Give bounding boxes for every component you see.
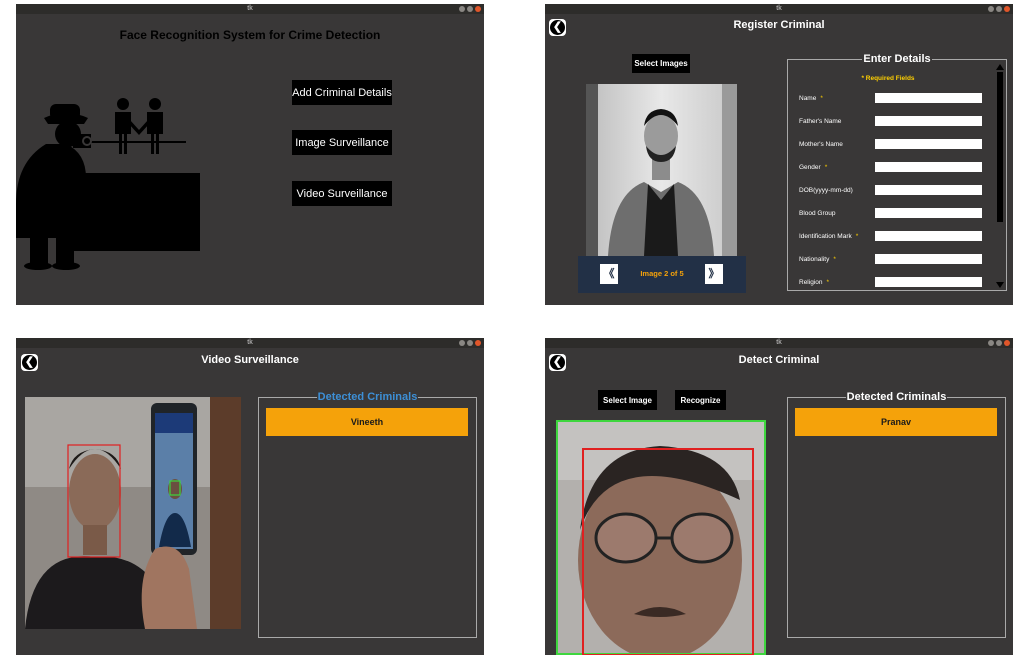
field-label-text: Father's Name (799, 118, 842, 125)
detected-criminals-panel: Detected Criminals Pranav (787, 391, 1006, 638)
field-label-text: DOB(yyyy-mm-dd) (799, 187, 853, 194)
chevrons-right-icon: 》 (708, 268, 720, 280)
detect-window: tk ❮ Detect Criminal Select Image Recogn… (545, 338, 1013, 655)
field-label: Mother's Name (799, 141, 847, 148)
chevrons-left-icon: 《 (603, 268, 615, 280)
image-nav-bar: 《 Image 2 of 5 》 (578, 256, 746, 293)
field-label: DOB(yyyy-mm-dd) (799, 187, 857, 194)
close-icon[interactable] (475, 6, 481, 12)
window-controls (459, 6, 481, 12)
window-title: tk (247, 339, 253, 346)
window-title: tk (247, 5, 253, 12)
window-titlebar: tk (545, 4, 1013, 14)
window-titlebar: tk (16, 338, 484, 348)
text-field[interactable] (875, 208, 982, 218)
maximize-icon[interactable] (467, 6, 473, 12)
required-marker: * (833, 256, 836, 263)
text-field[interactable] (875, 116, 982, 126)
panel-legend: Detected Criminals (316, 391, 419, 403)
window-controls (988, 6, 1010, 12)
criminal-photo (586, 84, 737, 256)
window-title: tk (776, 339, 782, 346)
register-window: tk ❮ Register Criminal Select Images 《 I… (545, 4, 1013, 305)
field-label-text: Name (799, 95, 817, 102)
text-field[interactable] (875, 277, 982, 287)
minimize-icon[interactable] (988, 340, 994, 346)
scroll-down-icon[interactable] (996, 282, 1004, 288)
required-marker: * (855, 233, 859, 240)
window-controls (988, 340, 1010, 346)
image-counter: Image 2 of 5 (640, 269, 684, 278)
page-title: Video Surveillance (201, 354, 299, 366)
field-label: Identification Mark * (799, 233, 858, 240)
required-marker: * (820, 95, 823, 102)
prev-image-button[interactable]: 《 (600, 264, 618, 284)
add-criminal-button[interactable]: Add Criminal Details (292, 80, 392, 105)
scrollbar[interactable] (996, 64, 1004, 288)
scrollbar-thumb[interactable] (997, 72, 1003, 222)
page-title: Detect Criminal (738, 354, 820, 366)
field-label: Name * (799, 95, 823, 102)
next-image-button[interactable]: 》 (705, 264, 723, 284)
field-label-text: Gender (799, 164, 821, 171)
window-controls (459, 340, 481, 346)
detected-criminal-item[interactable]: Pranav (795, 408, 997, 436)
maximize-icon[interactable] (467, 340, 473, 346)
close-icon[interactable] (475, 340, 481, 346)
text-field[interactable] (875, 254, 982, 264)
enter-details-panel: Enter Details * Required Fields Name * Fat… (787, 53, 1007, 291)
video-window: tk ❮ Video Surveillance Detected Crimina… (16, 338, 484, 655)
minimize-icon[interactable] (459, 340, 465, 346)
page-title: Register Criminal (733, 19, 825, 31)
window-titlebar: tk (16, 4, 484, 14)
required-note: * Required Fields (861, 75, 915, 82)
required-marker: * (824, 164, 828, 171)
text-field[interactable] (875, 185, 982, 195)
minimize-icon[interactable] (988, 6, 994, 12)
maximize-icon[interactable] (996, 6, 1002, 12)
video-feed (25, 397, 241, 629)
text-field[interactable] (875, 231, 982, 241)
close-icon[interactable] (1004, 340, 1010, 346)
field-label-text: Nationality (799, 256, 830, 263)
minimize-icon[interactable] (459, 6, 465, 12)
required-marker: * (826, 279, 830, 286)
image-surveillance-button[interactable]: Image Surveillance (292, 130, 392, 155)
detected-face-image (556, 420, 766, 655)
panel-legend: Detected Criminals (845, 391, 948, 403)
recognize-button[interactable]: Recognize (675, 390, 726, 410)
page-title: Face Recognition System for Crime Detect… (119, 28, 381, 42)
field-label: Father's Name (799, 118, 845, 125)
home-window: tk Face Recognition System for Crime Det… (16, 4, 484, 305)
panel-legend: Enter Details (862, 53, 932, 65)
window-title: tk (776, 5, 782, 12)
field-label: Blood Group (799, 210, 840, 217)
field-label: Gender * (799, 164, 827, 171)
text-field[interactable] (875, 162, 982, 172)
maximize-icon[interactable] (996, 340, 1002, 346)
text-field[interactable] (875, 93, 982, 103)
field-label-text: Religion (799, 279, 823, 286)
select-images-button[interactable]: Select Images (632, 54, 690, 73)
crime-illustration (16, 98, 200, 270)
field-label: Nationality * (799, 256, 836, 263)
scroll-up-icon[interactable] (996, 64, 1004, 70)
field-label-text: Mother's Name (799, 141, 843, 148)
window-titlebar: tk (545, 338, 1013, 348)
select-image-button[interactable]: Select Image (598, 390, 657, 410)
field-label-text: Blood Group (799, 210, 836, 217)
field-label: Religion * (799, 279, 829, 286)
close-icon[interactable] (1004, 6, 1010, 12)
field-label-text: Identification Mark (799, 233, 852, 240)
detected-criminal-item[interactable]: Vineeth (266, 408, 468, 436)
detected-criminals-panel: Detected Criminals Vineeth (258, 391, 477, 638)
text-field[interactable] (875, 139, 982, 149)
video-surveillance-button[interactable]: Video Surveillance (292, 181, 392, 206)
